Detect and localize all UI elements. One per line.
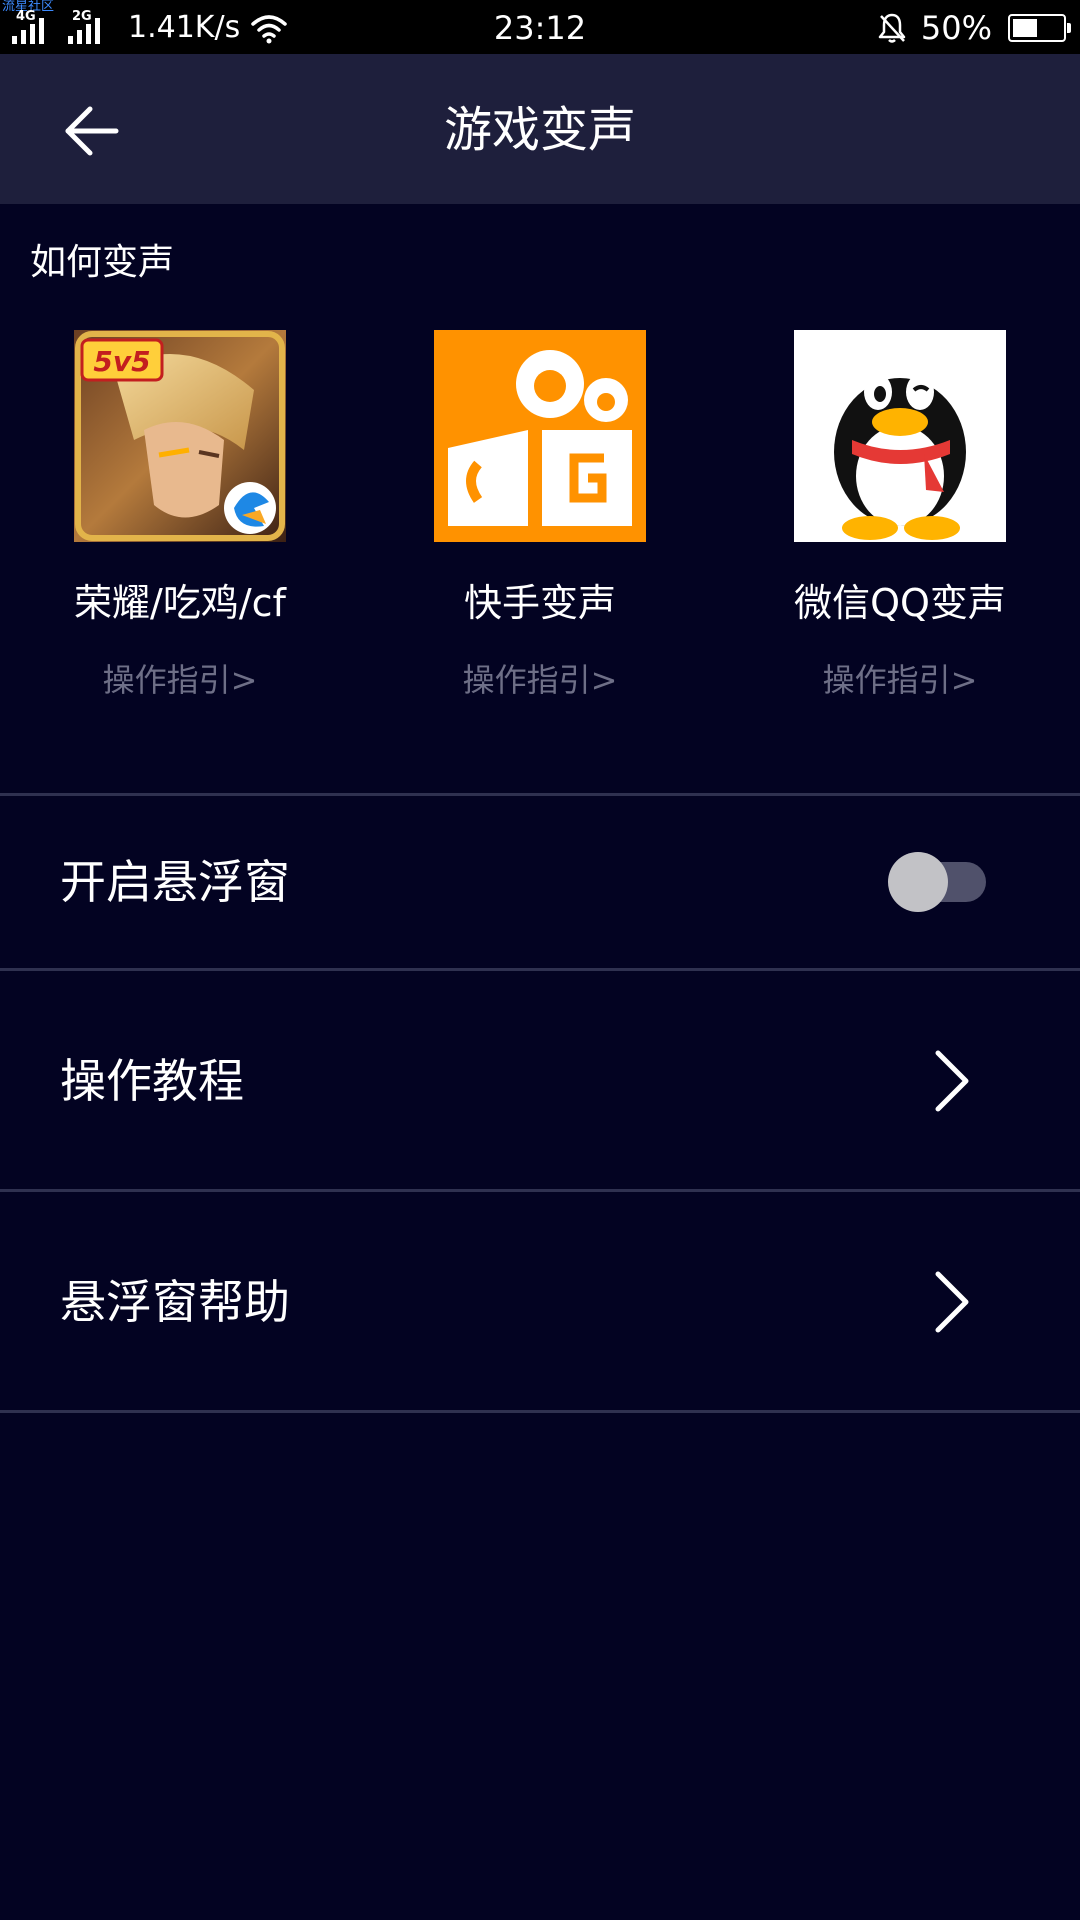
- status-right: 50%: [877, 8, 1071, 48]
- floating-window-toggle[interactable]: [888, 852, 988, 912]
- svg-text:5v5: 5v5: [93, 345, 150, 378]
- toggle-knob: [888, 852, 948, 912]
- chevron-right-icon: [935, 1050, 969, 1112]
- honor-of-kings-icon[interactable]: 5v5: [74, 330, 286, 542]
- guide-link[interactable]: 操作指引>: [30, 658, 330, 702]
- qq-penguin-icon[interactable]: [794, 330, 1006, 542]
- battery-icon: [1008, 14, 1071, 42]
- app-card-wechat-qq[interactable]: 微信QQ变声 操作指引>: [750, 330, 1050, 702]
- app-card-honor[interactable]: 5v5 荣耀/吃鸡/cf 操作指引>: [30, 330, 330, 702]
- title-bar: 游戏变声: [0, 54, 1080, 204]
- divider: [0, 1410, 1080, 1413]
- app-card-kuaishou[interactable]: 快手变声 操作指引>: [390, 330, 690, 702]
- kuaishou-icon[interactable]: [434, 330, 646, 542]
- status-bar: 流星社区 4G 2G 1.41K/s 23:12 50%: [0, 0, 1080, 54]
- guide-link[interactable]: 操作指引>: [390, 658, 690, 702]
- floating-window-row[interactable]: 开启悬浮窗: [0, 796, 1080, 968]
- tutorial-row[interactable]: 操作教程: [0, 971, 1080, 1189]
- app-name: 荣耀/吃鸡/cf: [74, 581, 286, 625]
- battery-percent: 50%: [920, 9, 992, 47]
- floating-window-label: 开启悬浮窗: [60, 855, 290, 909]
- section-title-how: 如何变声: [30, 242, 175, 283]
- bell-muted-icon: [878, 13, 906, 43]
- app-guide-list: 5v5 荣耀/吃鸡/cf 操作指引> 快手变声 操作指引> 微信QQ变声 操作指…: [0, 330, 1080, 710]
- page-title: 游戏变声: [443, 102, 636, 158]
- app-name: 微信QQ变声: [794, 581, 1006, 625]
- floating-help-row[interactable]: 悬浮窗帮助: [0, 1192, 1080, 1410]
- guide-link[interactable]: 操作指引>: [750, 658, 1050, 702]
- app-name: 快手变声: [463, 581, 616, 625]
- battery-fill: [1013, 19, 1037, 37]
- tutorial-label: 操作教程: [60, 1054, 244, 1108]
- chevron-right-icon: [935, 1271, 969, 1333]
- floating-help-label: 悬浮窗帮助: [60, 1275, 290, 1329]
